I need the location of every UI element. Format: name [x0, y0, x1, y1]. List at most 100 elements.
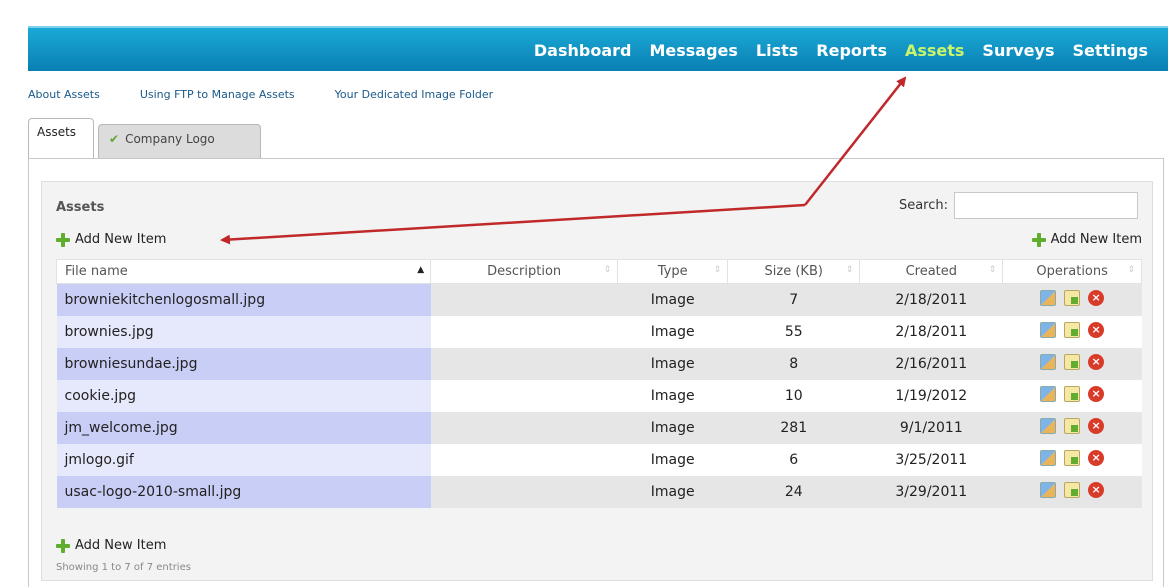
cell-file-name: cookie.jpg	[56, 379, 431, 412]
top-nav-bar: Dashboard Messages Lists Reports Assets …	[28, 26, 1168, 71]
table-toolbar: Assets Search:	[56, 192, 1138, 220]
copy-icon[interactable]	[1040, 289, 1057, 306]
cell-operations: ×	[1002, 347, 1142, 380]
checkmark-icon: ✔	[109, 132, 120, 146]
add-new-item-button-bottom[interactable]: Add New Item	[56, 538, 166, 553]
column-header-operations[interactable]: Operations ⇕	[1002, 259, 1142, 284]
edit-icon[interactable]	[1064, 385, 1081, 402]
cell-size: 24	[727, 475, 860, 508]
edit-icon[interactable]	[1064, 289, 1081, 306]
sort-icon: ⇕	[603, 265, 612, 275]
cell-type: Image	[617, 315, 728, 348]
cell-file-name: jm_welcome.jpg	[56, 411, 431, 444]
column-header-label: Operations	[1036, 264, 1108, 279]
cell-operations: ×	[1002, 411, 1142, 444]
nav-dashboard[interactable]: Dashboard	[534, 41, 632, 60]
cell-file-name: brownies.jpg	[56, 315, 431, 348]
copy-icon[interactable]	[1040, 481, 1057, 498]
cell-type: Image	[617, 475, 728, 508]
delete-icon[interactable]: ×	[1088, 385, 1105, 402]
link-about-assets[interactable]: About Assets	[28, 88, 100, 101]
cell-description	[430, 443, 618, 476]
edit-icon[interactable]	[1064, 449, 1081, 466]
nav-settings[interactable]: Settings	[1072, 41, 1148, 60]
cell-size: 55	[727, 315, 860, 348]
table-row: usac-logo-2010-small.jpg Image 24 3/29/2…	[56, 475, 1142, 508]
cell-size: 7	[727, 283, 860, 316]
assets-table-container: Assets Search: Add New Item Add New Item…	[41, 181, 1153, 581]
copy-icon[interactable]	[1040, 449, 1057, 466]
cell-type: Image	[617, 347, 728, 380]
column-header-label: Type	[657, 264, 688, 279]
link-using-ftp[interactable]: Using FTP to Manage Assets	[140, 88, 295, 101]
cell-description	[430, 315, 618, 348]
edit-icon[interactable]	[1064, 481, 1081, 498]
nav-messages[interactable]: Messages	[649, 41, 737, 60]
copy-icon[interactable]	[1040, 417, 1057, 434]
nav-lists[interactable]: Lists	[756, 41, 798, 60]
tab-assets[interactable]: Assets	[28, 118, 94, 158]
add-new-item-button-top-left[interactable]: Add New Item	[56, 232, 166, 247]
delete-icon[interactable]: ×	[1088, 353, 1105, 370]
table-row: jmlogo.gif Image 6 3/25/2011 ×	[56, 443, 1142, 476]
nav-reports[interactable]: Reports	[816, 41, 887, 60]
panel-title: Assets	[56, 200, 105, 215]
delete-icon[interactable]: ×	[1088, 481, 1105, 498]
nav-surveys[interactable]: Surveys	[982, 41, 1054, 60]
assets-table: File name ▲ Description ⇕ Type ⇕ Size (KB) ⇕…	[55, 259, 1142, 508]
table-row: jm_welcome.jpg Image 281 9/1/2011 ×	[56, 411, 1142, 444]
add-new-item-label: Add New Item	[1050, 232, 1142, 247]
sort-icon: ⇕	[1127, 265, 1135, 275]
cell-size: 6	[727, 443, 860, 476]
cell-description	[430, 347, 618, 380]
table-row: browniesundae.jpg Image 8 2/16/2011 ×	[56, 347, 1142, 380]
table-header-row: File name ▲ Description ⇕ Type ⇕ Size (KB) ⇕…	[55, 259, 1142, 284]
cell-created: 1/19/2012	[859, 379, 1003, 412]
cell-description	[430, 475, 618, 508]
cell-file-name: jmlogo.gif	[56, 443, 431, 476]
cell-description	[430, 411, 618, 444]
search-input[interactable]	[954, 192, 1138, 219]
copy-icon[interactable]	[1040, 385, 1057, 402]
column-header-label: Size (KB)	[764, 264, 823, 279]
cell-file-name: browniekitchenlogosmall.jpg	[56, 283, 431, 316]
column-header-label: Created	[905, 264, 958, 279]
cell-created: 2/16/2011	[859, 347, 1003, 380]
cell-operations: ×	[1002, 443, 1142, 476]
cell-created: 2/18/2011	[859, 283, 1003, 316]
nav-assets[interactable]: Assets	[905, 41, 964, 60]
column-header-label: File name	[65, 264, 128, 279]
cell-description	[430, 283, 618, 316]
cell-type: Image	[617, 283, 728, 316]
plus-icon	[1031, 232, 1046, 247]
add-new-item-button-top-right[interactable]: Add New Item	[1031, 232, 1142, 247]
delete-icon[interactable]: ×	[1088, 417, 1105, 434]
copy-icon[interactable]	[1040, 321, 1057, 338]
tab-company-logo[interactable]: ✔ Company Logo	[98, 124, 261, 158]
add-new-item-label: Add New Item	[75, 538, 167, 553]
edit-icon[interactable]	[1064, 321, 1081, 338]
cell-type: Image	[617, 379, 728, 412]
delete-icon[interactable]: ×	[1088, 449, 1105, 466]
edit-icon[interactable]	[1064, 417, 1081, 434]
column-header-created[interactable]: Created ⇕	[859, 259, 1004, 284]
column-header-file-name[interactable]: File name ▲	[55, 259, 432, 284]
column-header-label: Description	[487, 264, 562, 279]
plus-icon	[56, 232, 70, 247]
app-root: Dashboard Messages Lists Reports Assets …	[0, 0, 1168, 587]
link-dedicated-image-folder[interactable]: Your Dedicated Image Folder	[335, 88, 494, 101]
table-row: cookie.jpg Image 10 1/19/2012 ×	[56, 379, 1142, 412]
cell-created: 3/25/2011	[859, 443, 1003, 476]
copy-icon[interactable]	[1040, 353, 1057, 370]
column-header-type[interactable]: Type ⇕	[617, 259, 729, 284]
add-new-item-label: Add New Item	[75, 232, 167, 247]
column-header-description[interactable]: Description ⇕	[430, 259, 619, 284]
delete-icon[interactable]: ×	[1088, 289, 1105, 306]
cell-operations: ×	[1002, 315, 1142, 348]
cell-size: 281	[727, 411, 860, 444]
delete-icon[interactable]: ×	[1088, 321, 1105, 338]
column-header-size[interactable]: Size (KB) ⇕	[727, 259, 861, 284]
cell-size: 10	[727, 379, 860, 412]
search-label: Search:	[898, 198, 948, 213]
edit-icon[interactable]	[1064, 353, 1081, 370]
